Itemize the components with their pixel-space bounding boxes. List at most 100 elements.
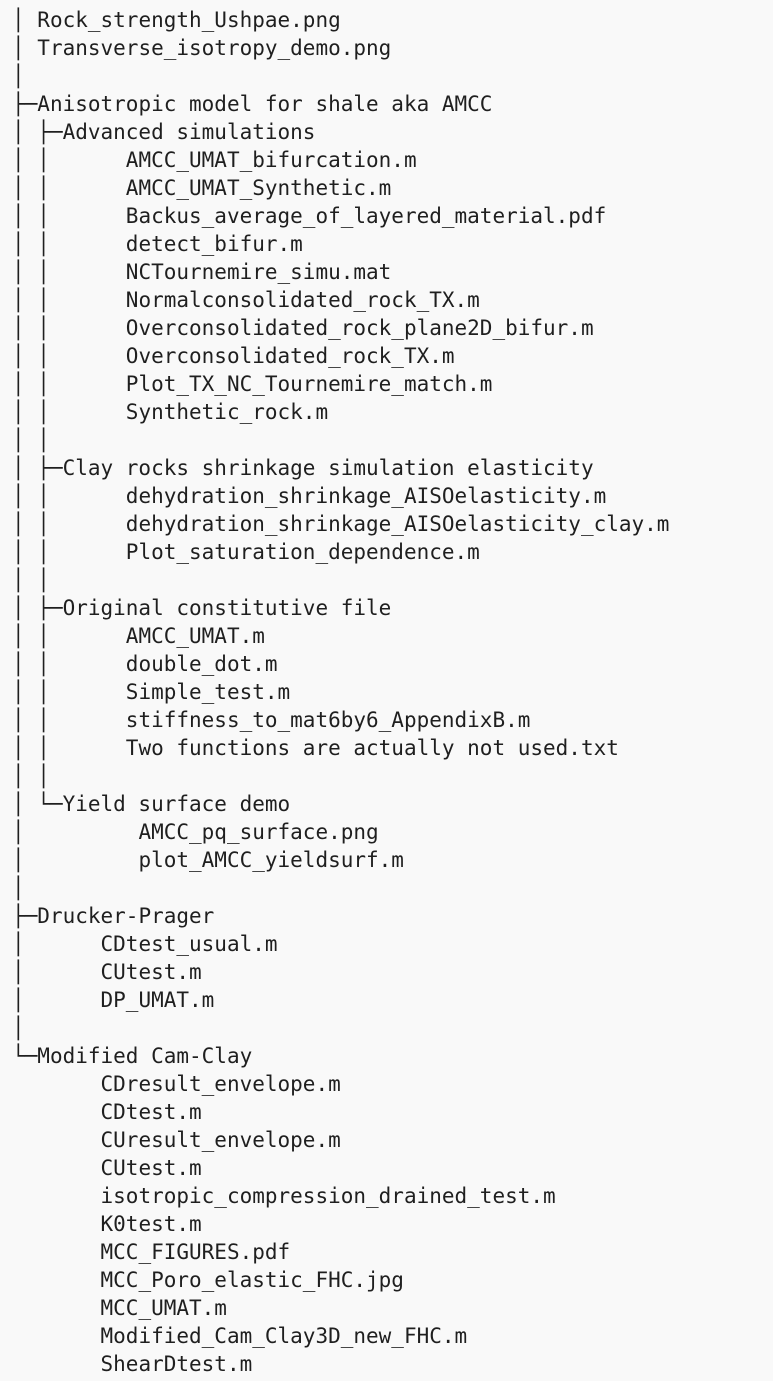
tree-branch-glyphs: │	[12, 960, 101, 984]
file-name: isotropic_compression_drained_test.m	[100, 1184, 556, 1208]
tree-branch-glyphs	[12, 1268, 101, 1292]
tree-branch-glyphs: └─	[12, 1044, 38, 1068]
tree-branch-glyphs: │	[12, 1016, 25, 1040]
tree-spacer-row: │ │	[12, 566, 50, 594]
tree-branch-glyphs: │	[12, 932, 101, 956]
tree-file-row: │ │ stiffness_to_mat6by6_AppendixB.m	[12, 706, 530, 734]
tree-file-row: │ │ Plot_TX_NC_Tournemire_match.m	[12, 370, 492, 398]
tree-file-row: │ │ dehydration_shrinkage_AISOelasticity…	[12, 510, 669, 538]
tree-spacer-row: │	[12, 62, 25, 90]
tree-branch-glyphs: │ └─	[12, 792, 63, 816]
file-name: CUresult_envelope.m	[100, 1128, 341, 1152]
tree-branch-glyphs: ├─	[12, 92, 38, 116]
file-name: Plot_saturation_dependence.m	[125, 540, 480, 564]
folder-name: Advanced simulations	[62, 120, 316, 144]
file-name: dehydration_shrinkage_AISOelasticity.m	[125, 484, 607, 508]
tree-branch-glyphs: │	[12, 36, 38, 60]
tree-branch-glyphs: │ │	[12, 260, 126, 284]
tree-file-row: │ │ Two functions are actually not used.…	[12, 734, 619, 762]
tree-branch-glyphs	[12, 1240, 101, 1264]
tree-branch-glyphs: │	[12, 876, 25, 900]
tree-file-row: │ │ AMCC_UMAT_Synthetic.m	[12, 174, 391, 202]
tree-folder-row: ├─Anisotropic model for shale aka AMCC	[12, 90, 492, 118]
tree-file-row: ShearDtest.m	[12, 1350, 253, 1378]
tree-branch-glyphs: │ │	[12, 428, 50, 452]
tree-branch-glyphs: │ │	[12, 624, 126, 648]
tree-file-row: │ │ Simple_test.m	[12, 678, 290, 706]
tree-file-row: │ │ dehydration_shrinkage_AISOelasticity…	[12, 482, 606, 510]
file-name: CDresult_envelope.m	[100, 1072, 341, 1096]
file-name: Two functions are actually not used.txt	[125, 736, 619, 760]
tree-branch-glyphs: │	[12, 8, 38, 32]
file-name: dehydration_shrinkage_AISOelasticity_cla…	[125, 512, 670, 536]
tree-branch-glyphs: │ │	[12, 288, 126, 312]
tree-folder-row: │ └─Yield surface demo	[12, 790, 290, 818]
file-name: CUtest.m	[100, 1156, 202, 1180]
tree-file-row: CDtest.m	[12, 1098, 202, 1126]
directory-tree: │ Rock_strength_Ushpae.png │ Transverse_i…	[0, 0, 773, 1381]
tree-file-row: │ DP_UMAT.m	[12, 986, 214, 1014]
file-name: Synthetic_rock.m	[125, 400, 329, 424]
tree-folder-row: │ ├─Advanced simulations	[12, 118, 315, 146]
file-name: MCC_Poro_elastic_FHC.jpg	[100, 1268, 404, 1292]
tree-branch-glyphs: │ │	[12, 708, 126, 732]
file-name: Modified_Cam_Clay3D_new_FHC.m	[100, 1324, 468, 1348]
tree-branch-glyphs: │ │	[12, 316, 126, 340]
tree-spacer-row: │ │	[12, 426, 50, 454]
tree-branch-glyphs	[12, 1352, 101, 1376]
tree-branch-glyphs: ├─	[12, 904, 38, 928]
tree-branch-glyphs	[12, 1128, 101, 1152]
file-name: AMCC_UMAT_Synthetic.m	[125, 176, 392, 200]
tree-spacer-row: │ │	[12, 762, 50, 790]
file-name: detect_bifur.m	[125, 232, 303, 256]
file-name: Transverse_isotropy_demo.png	[37, 36, 392, 60]
tree-file-row: MCC_FIGURES.pdf	[12, 1238, 291, 1266]
tree-file-row: │ │ Plot_saturation_dependence.m	[12, 538, 480, 566]
tree-branch-glyphs: │ │	[12, 764, 50, 788]
file-name: DP_UMAT.m	[100, 988, 215, 1012]
tree-branch-glyphs: │	[12, 820, 139, 844]
tree-branch-glyphs: │ │	[12, 344, 126, 368]
tree-branch-glyphs	[12, 1296, 101, 1320]
tree-branch-glyphs: │ ├─	[12, 596, 63, 620]
tree-branch-glyphs: │ │	[12, 232, 126, 256]
file-name: AMCC_UMAT_bifurcation.m	[125, 148, 417, 172]
tree-file-row: isotropic_compression_drained_test.m	[12, 1182, 556, 1210]
tree-branch-glyphs	[12, 1100, 101, 1124]
file-name: CUtest.m	[100, 960, 202, 984]
tree-branch-glyphs	[12, 1212, 101, 1236]
file-name: AMCC_pq_surface.png	[138, 820, 379, 844]
tree-branch-glyphs: │ ├─	[12, 456, 63, 480]
tree-folder-row: │ ├─Clay rocks shrinkage simulation elas…	[12, 454, 594, 482]
tree-spacer-row: │	[12, 874, 25, 902]
tree-file-row: │ │ Synthetic_rock.m	[12, 398, 328, 426]
file-name: Rock_strength_Ushpae.png	[37, 8, 341, 32]
tree-branch-glyphs: │ │	[12, 148, 126, 172]
tree-file-row: Modified_Cam_Clay3D_new_FHC.m	[12, 1322, 468, 1350]
tree-branch-glyphs: │ │	[12, 204, 126, 228]
tree-branch-glyphs: │ │	[12, 176, 126, 200]
file-name: AMCC_UMAT.m	[125, 624, 265, 648]
tree-branch-glyphs: │ │	[12, 372, 126, 396]
folder-name: Anisotropic model for shale aka AMCC	[37, 92, 493, 116]
file-name: CDtest.m	[100, 1100, 202, 1124]
tree-file-row: │ AMCC_pq_surface.png	[12, 818, 379, 846]
tree-file-row: │ │ AMCC_UMAT.m	[12, 622, 265, 650]
tree-branch-glyphs	[12, 1184, 101, 1208]
folder-name: Drucker-Prager	[37, 904, 215, 928]
folder-name: Modified Cam-Clay	[37, 1044, 253, 1068]
tree-file-row: K0test.m	[12, 1210, 202, 1238]
tree-branch-glyphs: │ │	[12, 652, 126, 676]
file-name: Simple_test.m	[125, 680, 291, 704]
file-name: MCC_UMAT.m	[100, 1296, 227, 1320]
file-name: Plot_TX_NC_Tournemire_match.m	[125, 372, 493, 396]
file-name: Overconsolidated_rock_plane2D_bifur.m	[125, 316, 594, 340]
tree-file-row: │ │ NCTournemire_simu.mat	[12, 258, 391, 286]
tree-branch-glyphs: │	[12, 988, 101, 1012]
tree-file-row: MCC_UMAT.m	[12, 1294, 227, 1322]
file-name: double_dot.m	[125, 652, 278, 676]
tree-file-row: │ │ double_dot.m	[12, 650, 278, 678]
tree-file-row: │ plot_AMCC_yieldsurf.m	[12, 846, 404, 874]
file-name: Normalconsolidated_rock_TX.m	[125, 288, 480, 312]
tree-file-row: │ │ Overconsolidated_rock_TX.m	[12, 342, 455, 370]
